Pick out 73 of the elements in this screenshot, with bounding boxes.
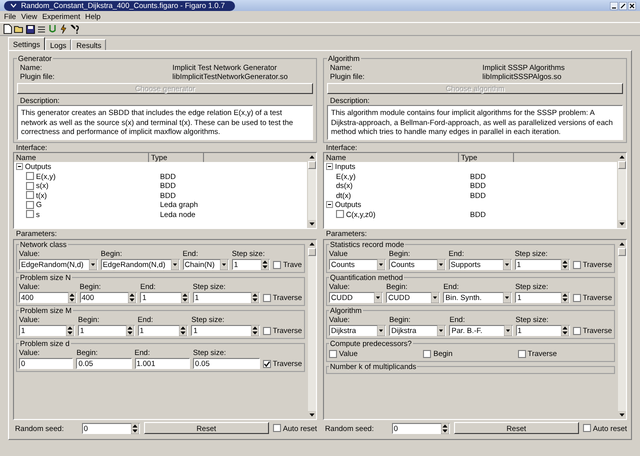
spin-arrows-icon[interactable] — [66, 325, 74, 336]
lines-icon[interactable] — [37, 24, 46, 34]
collapse-icon[interactable] — [326, 163, 333, 170]
scrollbar-thumb[interactable] — [618, 248, 626, 256]
dropdown-arrow-icon[interactable] — [437, 325, 446, 336]
spin-arrows-icon[interactable] — [130, 422, 139, 434]
collapse-icon[interactable] — [326, 201, 333, 208]
checkbox[interactable] — [262, 326, 271, 334]
maximize-icon[interactable] — [619, 2, 627, 10]
scroll-down-icon[interactable] — [308, 411, 316, 419]
help-icon[interactable] — [70, 24, 80, 34]
new-document-icon[interactable] — [3, 24, 12, 34]
scroll-down-icon[interactable] — [618, 220, 626, 228]
checkbox[interactable] — [336, 210, 344, 218]
vertical-scrollbar[interactable] — [307, 153, 316, 228]
checkbox[interactable] — [26, 210, 34, 218]
spin-arrows-icon[interactable] — [68, 292, 76, 303]
spin-arrows-icon[interactable] — [128, 292, 136, 303]
checkbox[interactable] — [572, 294, 581, 302]
dropdown-arrow-icon[interactable] — [170, 259, 179, 270]
dropdown-arrow-icon[interactable] — [88, 259, 97, 270]
checkbox[interactable] — [582, 424, 591, 432]
dropdown-arrow-icon[interactable] — [377, 325, 386, 336]
save-icon[interactable] — [26, 24, 35, 34]
checkbox[interactable] — [273, 260, 282, 268]
checkbox[interactable] — [26, 182, 34, 190]
checkbox[interactable] — [262, 360, 271, 368]
open-folder-icon[interactable] — [14, 24, 24, 34]
vertical-scrollbar[interactable] — [617, 153, 626, 228]
scrollbar-thumb[interactable] — [618, 161, 626, 169]
spin-arrows-icon[interactable] — [180, 292, 189, 303]
scroll-down-icon[interactable] — [308, 220, 316, 228]
checkbox[interactable] — [272, 424, 281, 432]
close-icon[interactable] — [628, 2, 636, 10]
spin-arrows-icon[interactable] — [250, 325, 259, 336]
scroll-up-icon[interactable] — [618, 153, 626, 161]
scroll-up-icon[interactable] — [308, 153, 316, 161]
dropdown-arrow-icon[interactable] — [503, 292, 512, 303]
spin-arrows-icon[interactable] — [440, 422, 449, 434]
checkbox[interactable] — [518, 350, 526, 358]
spin-arrows-icon[interactable] — [179, 325, 188, 336]
scroll-up-icon[interactable] — [618, 240, 626, 248]
scroll-down-icon[interactable] — [618, 411, 626, 419]
spin-arrows-icon[interactable] — [560, 325, 569, 336]
vertical-scrollbar[interactable] — [307, 240, 316, 419]
spin-arrows-icon[interactable] — [250, 292, 259, 303]
checkbox[interactable] — [26, 191, 34, 200]
scrollbar-thumb[interactable] — [308, 161, 316, 169]
checkbox[interactable] — [572, 260, 581, 268]
minimize-icon[interactable] — [610, 2, 618, 10]
collapse-icon[interactable] — [16, 163, 23, 170]
spin-arrows-icon[interactable] — [126, 325, 134, 336]
checkbox[interactable] — [26, 172, 34, 180]
dropdown-arrow-icon[interactable] — [504, 325, 512, 336]
dropdown-arrow-icon[interactable] — [502, 259, 511, 270]
spin-arrows-icon[interactable] — [560, 292, 569, 303]
vertical-scrollbar[interactable] — [617, 240, 626, 419]
lightning-icon[interactable] — [59, 24, 68, 34]
spin-arrows-icon[interactable] — [560, 259, 569, 270]
scroll-up-icon[interactable] — [308, 240, 316, 248]
checkbox[interactable] — [572, 326, 581, 334]
window-menu-icon[interactable] — [10, 2, 17, 9]
spin-arrows-icon[interactable] — [261, 259, 270, 270]
checkbox[interactable] — [329, 350, 337, 358]
checkbox[interactable] — [26, 200, 34, 209]
dropdown-arrow-icon[interactable] — [374, 292, 382, 303]
scrollbar-thumb[interactable] — [308, 248, 316, 256]
dropdown-arrow-icon[interactable] — [220, 259, 228, 270]
dropdown-arrow-icon[interactable] — [431, 292, 440, 303]
dropdown-arrow-icon[interactable] — [436, 259, 445, 270]
checkbox[interactable] — [262, 294, 271, 302]
dropdown-arrow-icon[interactable] — [376, 259, 385, 270]
checkbox[interactable] — [423, 350, 432, 358]
